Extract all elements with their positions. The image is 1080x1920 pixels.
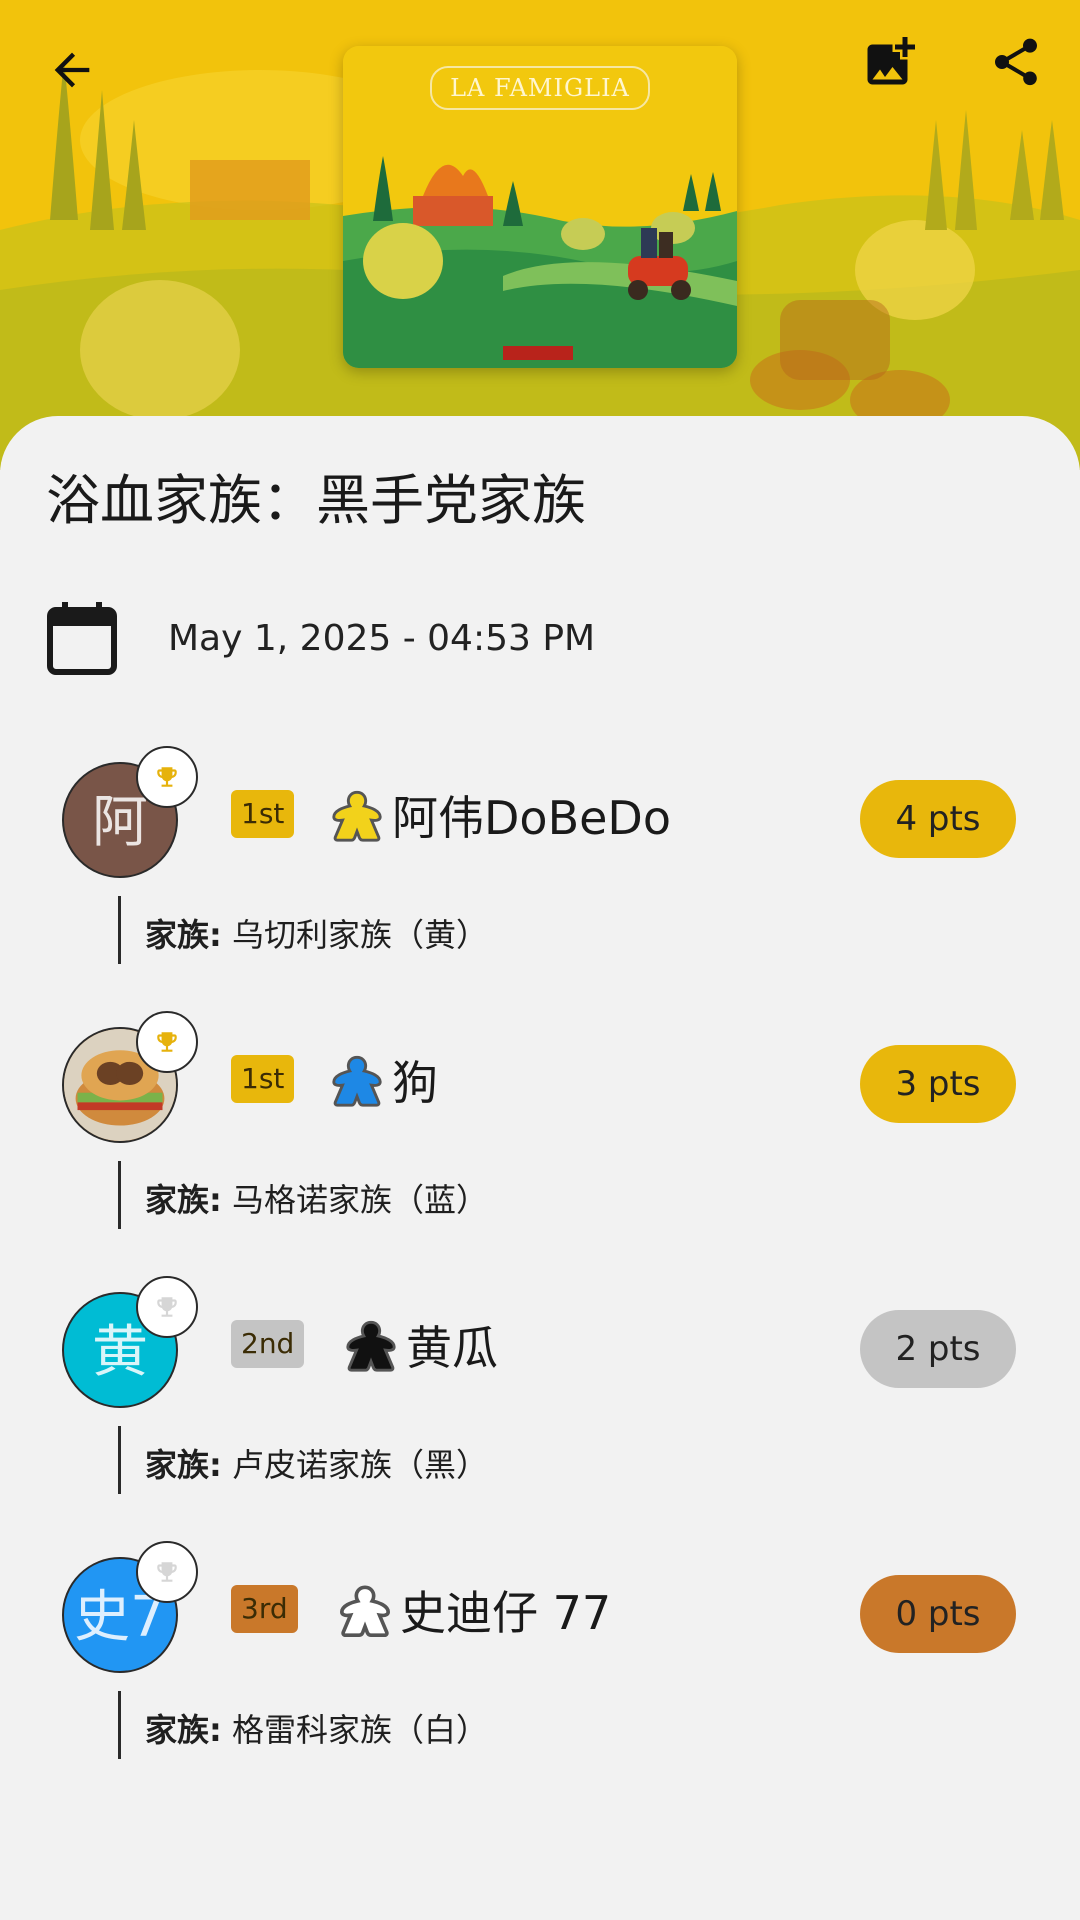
family-label: 家族: (145, 1181, 222, 1219)
points-badge: 0 pts (860, 1575, 1016, 1653)
game-title: 浴血家族：黑手党家族 (46, 469, 586, 532)
family-value: 卢皮诺家族（黑） (231, 1446, 488, 1484)
family-label: 家族: (145, 1711, 222, 1749)
points-badge: 2 pts (860, 1310, 1016, 1388)
calendar-icon (47, 602, 117, 675)
share-button[interactable] (968, 14, 1064, 110)
trophy-icon (157, 1297, 177, 1317)
player-row[interactable]: 史7 3rd 史迪仔 77 0 pts 家族: 格雷科家族（白） (0, 1541, 1080, 1771)
game-cover-image[interactable]: LA FAMIGLIA (343, 46, 737, 368)
session-date: May 1, 2025 - 04:53 PM (168, 617, 596, 659)
player-name: 黄瓜 (406, 1321, 498, 1375)
family-value: 马格诺家族（蓝） (231, 1181, 488, 1219)
family-value: 乌切利家族（黄） (231, 916, 488, 954)
player-row[interactable]: 黄 2nd 黄瓜 2 pts 家族: 卢皮诺家族（黑） (0, 1276, 1080, 1506)
family-label: 家族: (145, 1446, 222, 1484)
trophy-icon (157, 1562, 177, 1582)
trophy-icon (157, 767, 177, 787)
cover-title-text: LA FAMIGLIA (430, 66, 650, 110)
arrow-left-icon (54, 52, 90, 88)
family-row: 家族: 格雷科家族（白） (118, 1691, 488, 1759)
points-badge: 4 pts (860, 780, 1016, 858)
meeple-black-icon (346, 1320, 396, 1372)
player-name: 阿伟DoBeDo (392, 791, 671, 845)
player-row[interactable]: 1st 狗 3 pts 家族: 马格诺家族（蓝） (0, 1011, 1080, 1241)
meeple-yellow-icon (332, 790, 382, 842)
trophy-icon (157, 1032, 177, 1052)
add-image-button[interactable] (842, 14, 938, 110)
back-button[interactable] (24, 22, 120, 118)
rank-badge: 1st (231, 790, 295, 838)
family-row: 家族: 马格诺家族（蓝） (118, 1161, 488, 1229)
trophy-badge (136, 1011, 198, 1073)
family-row: 家族: 乌切利家族（黄） (118, 896, 488, 964)
trophy-badge (136, 1276, 198, 1338)
family-value: 格雷科家族（白） (231, 1711, 488, 1749)
share-icon (995, 38, 1037, 86)
avatar-initial: 阿 (92, 790, 148, 855)
date-row[interactable]: May 1, 2025 - 04:53 PM (46, 600, 595, 676)
family-row: 家族: 卢皮诺家族（黑） (118, 1426, 488, 1494)
points-badge: 3 pts (860, 1045, 1016, 1123)
avatar-initial: 黄 (92, 1320, 148, 1385)
meeple-blue-icon (332, 1055, 382, 1107)
header-banner: LA FAMIGLIA (0, 0, 1080, 470)
trophy-badge (136, 746, 198, 808)
rank-badge: 1st (231, 1055, 295, 1103)
rank-badge: 3rd (231, 1585, 298, 1633)
add-photo-icon (867, 37, 915, 85)
rank-badge: 2nd (231, 1320, 305, 1368)
meeple-white-icon (339, 1585, 391, 1638)
session-detail-card: 浴血家族：黑手党家族 May 1, 2025 - 04:53 PM 阿 1st … (0, 416, 1080, 1920)
player-row[interactable]: 阿 1st 阿伟DoBeDo 4 pts 家族: 乌切利家族（黄） (0, 746, 1080, 976)
player-name: 史迪仔 77 (400, 1586, 612, 1640)
player-name: 狗 (392, 1056, 438, 1110)
trophy-badge (136, 1541, 198, 1603)
family-label: 家族: (145, 916, 222, 954)
